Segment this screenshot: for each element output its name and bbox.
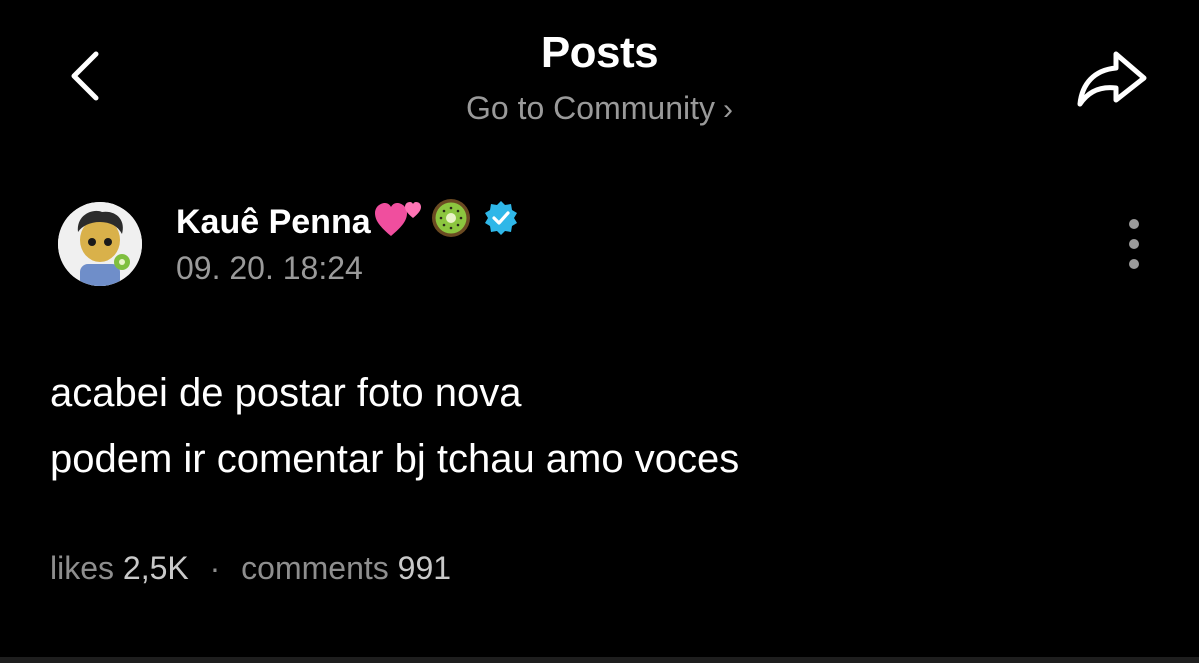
go-to-community-link[interactable]: Go to Community › — [0, 90, 1199, 127]
comments-label: comments — [241, 550, 389, 586]
post-body-line: podem ir comentar bj tchau amo voces — [50, 437, 740, 481]
chevron-right-icon: › — [722, 93, 733, 126]
post-stats: likes 2,5K · comments 991 — [50, 550, 451, 587]
verified-badge-icon — [483, 200, 519, 245]
comments-value: 991 — [397, 550, 452, 586]
author-name-row[interactable]: Kauê Penna — [176, 196, 519, 249]
author-name: Kauê Penna — [176, 203, 371, 241]
likes-value: 2,5K — [122, 550, 189, 586]
kiwi-icon — [429, 196, 473, 249]
avatar-image — [58, 202, 142, 286]
post-body-line: acabei de postar foto nova — [50, 371, 522, 415]
share-arrow-icon — [1077, 51, 1147, 107]
two-hearts-icon — [374, 196, 425, 249]
likes-count[interactable]: likes 2,5K — [50, 550, 198, 586]
share-button[interactable] — [1070, 40, 1154, 112]
more-vertical-icon — [1129, 219, 1139, 269]
go-to-community-label: Go to Community — [466, 90, 715, 126]
likes-label: likes — [50, 550, 115, 586]
more-options-button[interactable] — [1114, 214, 1154, 274]
page-title: Posts — [540, 28, 659, 77]
post-timestamp: 09. 20. 18:24 — [176, 250, 363, 286]
avatar[interactable] — [58, 202, 142, 286]
comments-count[interactable]: comments 991 — [241, 550, 451, 586]
post-body: acabei de postar foto nova podem ir come… — [50, 360, 739, 492]
bottom-divider — [0, 657, 1199, 663]
stats-separator: · — [209, 550, 221, 586]
top-bar: Posts Go to Community › — [0, 0, 1199, 150]
